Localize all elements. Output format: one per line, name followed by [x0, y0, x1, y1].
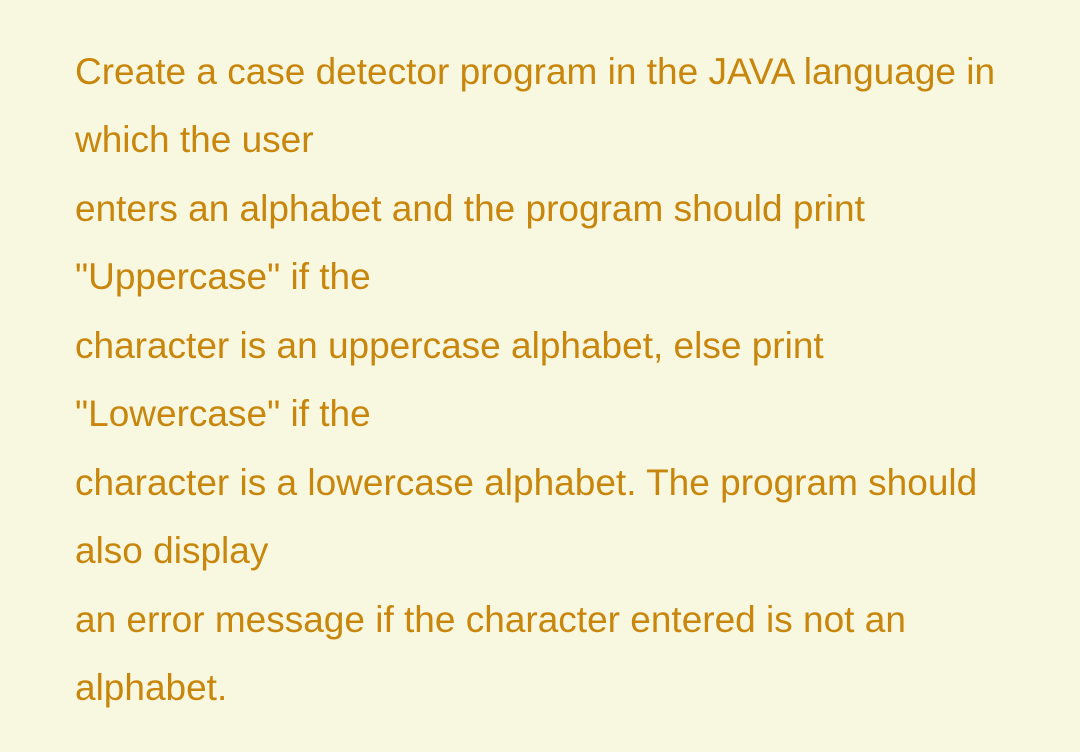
text-line-4: character is a lowercase alphabet. The p… — [75, 449, 1005, 586]
text-line-5: an error message if the character entere… — [75, 586, 1005, 723]
text-line-1: Create a case detector program in the JA… — [75, 38, 1005, 175]
document-text: Create a case detector program in the JA… — [75, 38, 1005, 722]
text-line-3: character is an uppercase alphabet, else… — [75, 312, 1005, 449]
text-line-2: enters an alphabet and the program shoul… — [75, 175, 1005, 312]
